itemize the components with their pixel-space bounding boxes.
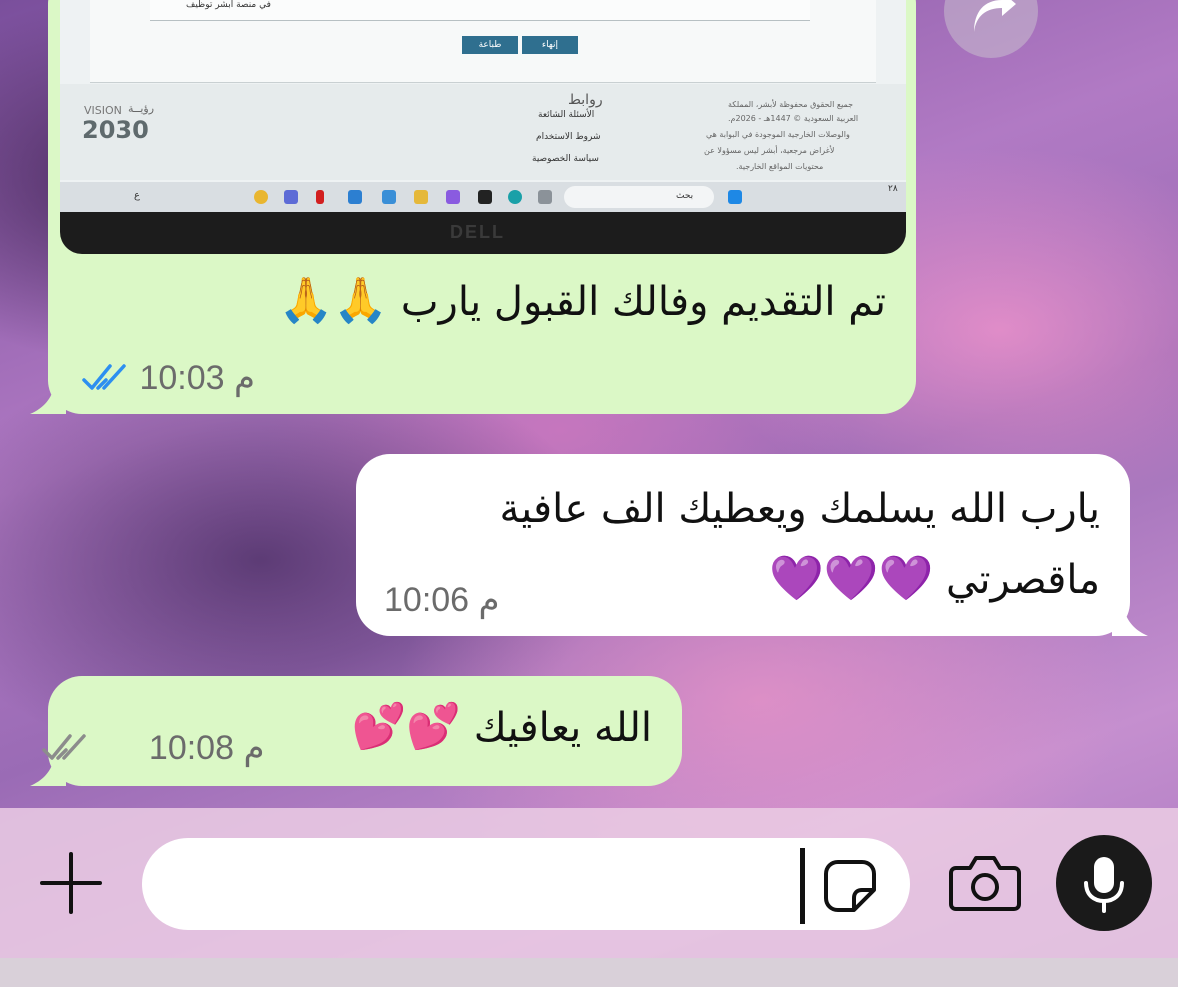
message-1-time: 10:03 [139,359,225,397]
photo-print-button: طباعة [462,36,518,54]
photo-copyright-2: العربية السعودية © 1447هـ - 2026م. [728,114,859,123]
voice-message-button[interactable] [1056,835,1152,931]
message-input[interactable] [142,838,910,930]
photo-screen: في منصة أبشر توظيف إنهاء طباعة رؤيــة VI… [60,0,906,212]
sticker-button[interactable] [820,856,880,916]
photo-links-title: روابط [568,92,603,108]
message-2-time: 10:06 [384,581,470,619]
attached-photo[interactable]: في منصة أبشر توظيف إنهاء طباعة رؤيــة VI… [60,0,906,254]
photo-taskbar-lang: ع [134,190,140,201]
photo-copyright-5: محتويات المواقع الخارجية. [736,162,824,171]
text-cursor [800,848,805,924]
double-check-icon [82,364,126,390]
message-2-ampm: م [478,581,500,619]
message-2-line2-text: ماقصرتي [946,557,1100,603]
bubble-tail [30,386,66,414]
photo-link-faq: الأسئلة الشائعة [538,110,595,120]
camera-button[interactable] [948,850,1022,916]
photo-mail-icon [348,190,362,204]
photo-copyright-4: لأغراض مرجعية، أبشر ليس مسؤولا عن [704,146,835,155]
photo-chrome-icon [254,190,268,204]
photo-store-icon [382,190,396,204]
photo-window-icon [538,190,552,204]
photo-copilot-icon [446,190,460,204]
microphone-icon [1084,857,1124,913]
photo-people-icon [284,190,298,204]
photo-taskbar-search: بحث [564,186,714,208]
bubble-tail [1112,608,1148,636]
photo-folder-icon [414,190,428,204]
forward-button[interactable] [944,0,1038,58]
message-3-emoji: 💕💕 [351,701,462,752]
message-2-meta: م 10:06 [384,580,500,620]
photo-edge-icon [508,190,522,204]
forward-icon [974,0,1016,32]
message-3-body: الله يعافيك [473,705,652,751]
photo-windows-icon [728,190,742,204]
message-3-meta: م 10:08 [40,728,265,768]
photo-taskbar: ع بحث ٢٨ [60,182,906,212]
message-1-meta: م 10:03 [82,358,255,398]
photo-field-note: في منصة أبشر توظيف [186,0,271,10]
photo-vision-year: 2030 [82,116,149,144]
double-check-icon [42,734,86,760]
photo-tiktok-icon [478,190,492,204]
message-2-emoji: 💜💜💜 [768,553,934,604]
message-2-line2: ماقصرتي 💜💜💜 [769,546,1100,613]
message-1-emoji: 🙏🙏 [278,275,389,326]
photo-footer: رؤيــة VISION 2030 روابط الأسئلة الشائعة… [60,84,906,180]
attach-button[interactable] [38,850,104,916]
message-1-ampm: م [234,359,256,397]
camera-icon [949,856,1021,911]
photo-search-label: بحث [676,191,694,201]
photo-vision-small: رؤيــة [128,102,155,115]
home-indicator-area [0,958,1178,987]
message-3-time: 10:08 [148,729,234,767]
photo-link-terms: شروط الاستخدام [536,132,601,142]
photo-netflix-icon [316,190,324,204]
message-1-body: تم التقديم وفالك القبول يارب [400,279,886,325]
dell-logo: DELL [450,222,505,242]
sticker-icon [824,860,876,912]
message-1-text: تم التقديم وفالك القبول يارب 🙏🙏 [279,268,886,335]
photo-finish-button: إنهاء [522,36,578,54]
photo-copyright-1: جميع الحقوق محفوظة لأبشر، المملكة [728,100,854,109]
photo-form-panel: في منصة أبشر توظيف إنهاء طباعة [90,0,876,83]
message-3-text: الله يعافيك 💕💕 [351,694,652,761]
message-2-line1: يارب الله يسلمك ويعطيك الف عافية [499,486,1101,532]
message-3-ampm: م [243,729,265,767]
photo-link-privacy: سياسة الخصوصية [532,154,599,164]
photo-copyright-3: والوصلات الخارجية الموجودة في البوابة هي [706,130,850,139]
plus-icon [40,852,102,914]
photo-taskbar-number: ٢٨ [888,184,898,194]
